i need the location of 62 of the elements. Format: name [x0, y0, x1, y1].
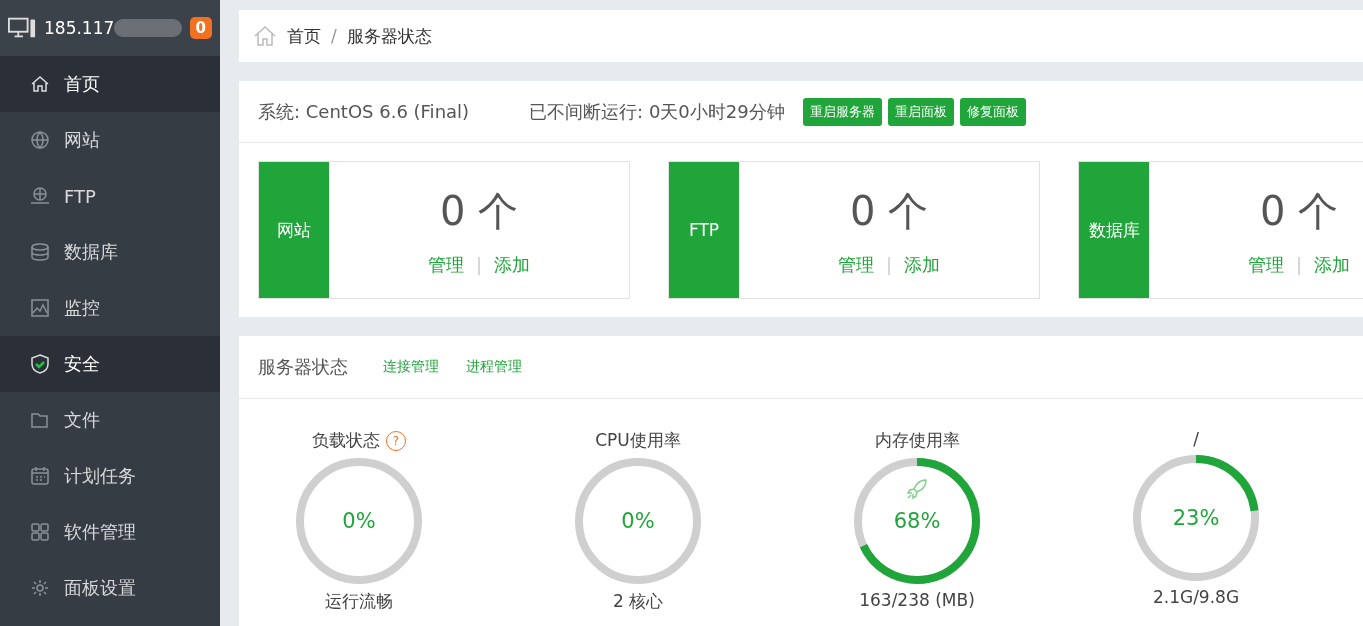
stat-link[interactable]: 管理: [837, 252, 874, 277]
sidebar-item[interactable]: FTP: [0, 168, 220, 224]
home-icon: [30, 74, 50, 94]
chart-icon: [30, 298, 50, 318]
sidebar-item[interactable]: 文件: [0, 392, 220, 448]
gauge-caption: 2 核心: [612, 590, 664, 613]
action-button[interactable]: 修复面板: [959, 97, 1026, 126]
link-separator: |: [1295, 254, 1303, 275]
sidebar-item[interactable]: 监控: [0, 280, 220, 336]
gauge-caption: 2.1G/9.8G: [1152, 587, 1240, 607]
database-icon: [30, 242, 50, 262]
stat-label: 网站: [259, 162, 329, 298]
settings-icon: [30, 578, 50, 598]
stat-count: 0 个: [849, 186, 929, 236]
breadcrumb-separator: /: [331, 26, 337, 46]
gauge-title: 内存使用率: [874, 429, 960, 452]
sidebar-item[interactable]: 首页: [0, 56, 220, 112]
stat-link[interactable]: 管理: [1247, 252, 1284, 277]
section-title: 服务器状态: [258, 355, 348, 379]
stat-count: 0 个: [1259, 186, 1339, 236]
gauge-value: 23%: [1172, 506, 1220, 530]
stat-link[interactable]: 添加: [1314, 252, 1351, 277]
network-globe-icon: [30, 186, 50, 206]
notification-badge[interactable]: 0: [189, 17, 212, 39]
stat-label: 数据库: [1079, 162, 1149, 298]
shield-check-icon: [30, 354, 50, 374]
stat-link[interactable]: 添加: [494, 252, 531, 277]
server-ip: 185.117: [44, 18, 115, 38]
link-separator: |: [475, 254, 483, 275]
section-link[interactable]: 连接管理: [383, 358, 439, 376]
computer-icon: [8, 16, 36, 40]
gauge-caption: 运行流畅: [325, 590, 393, 613]
sidebar-item[interactable]: 软件管理: [0, 504, 220, 560]
sidebar-item[interactable]: 网站: [0, 112, 220, 168]
stat-count: 0 个: [439, 186, 519, 236]
gauge-title: CPU使用率: [595, 429, 681, 452]
section-link[interactable]: 进程管理: [466, 358, 522, 376]
sidebar-item[interactable]: 计划任务: [0, 448, 220, 504]
gauge-caption: 163/238 (MB): [859, 590, 975, 610]
system-info: 系统: CentOS 6.6 (Final): [258, 99, 470, 124]
stat-link[interactable]: 添加: [904, 252, 941, 277]
uptime-text: 已不间断运行: 0天0小时29分钟: [529, 99, 785, 124]
gauge-title: 负载状态: [312, 429, 380, 452]
stat-label: FTP: [669, 162, 739, 298]
action-button[interactable]: 重启面板: [887, 97, 954, 126]
breadcrumb-link[interactable]: 服务器状态: [346, 24, 432, 48]
folder-icon: [30, 410, 50, 430]
sidebar-item[interactable]: 数据库: [0, 224, 220, 280]
link-separator: |: [885, 254, 893, 275]
globe-icon: [30, 130, 50, 150]
calendar-icon: [30, 466, 50, 486]
sidebar-item[interactable]: 面板设置: [0, 560, 220, 616]
sidebar-item[interactable]: 安全: [0, 336, 220, 392]
breadcrumb-link[interactable]: 首页: [287, 24, 321, 48]
stat-link[interactable]: 管理: [427, 252, 464, 277]
gauge-value: 0%: [342, 509, 376, 533]
gauge-value: 0%: [621, 509, 655, 533]
gauge-value: 68%: [893, 509, 941, 533]
action-button[interactable]: 重启服务器: [802, 97, 882, 126]
gauge-title: /: [1193, 429, 1199, 449]
home-icon: [253, 24, 277, 48]
grid-icon: [30, 522, 50, 542]
